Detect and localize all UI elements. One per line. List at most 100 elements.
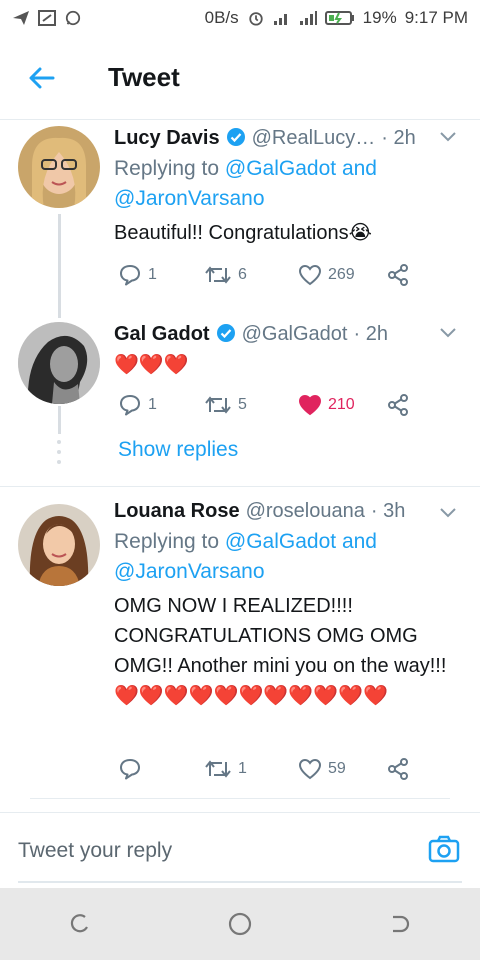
reply-button[interactable]: [118, 754, 148, 784]
top-app-bar: Tweet: [0, 36, 480, 120]
like-button[interactable]: 269: [298, 260, 355, 290]
reply-icon: [120, 759, 140, 780]
retweet-icon: [205, 266, 231, 284]
tweet-header: Lucy Davis @RealLucy… · 2h: [114, 124, 466, 150]
tweet-item[interactable]: Lucy Davis @RealLucy… · 2h Replying to @…: [0, 122, 480, 302]
reply-count: 1: [148, 396, 157, 413]
like-count: 210: [328, 396, 355, 413]
share-icon: [388, 758, 408, 780]
avatar[interactable]: [18, 322, 100, 404]
home-button[interactable]: [220, 904, 260, 944]
arrow-left-icon: [29, 67, 55, 88]
signal-icon: [273, 14, 287, 25]
like-count: 269: [328, 266, 355, 283]
thread-dots: [57, 440, 61, 470]
recents-button[interactable]: [60, 904, 100, 944]
like-button[interactable]: 59: [298, 754, 346, 784]
mention-link[interactable]: @GalGadot and: [225, 157, 377, 180]
alarm-icon: [248, 12, 263, 26]
share-icon: [388, 394, 408, 416]
verified-badge-icon: [216, 324, 235, 342]
retweet-count: 6: [238, 266, 247, 283]
show-replies-link[interactable]: Show replies: [118, 438, 238, 462]
avatar[interactable]: [18, 126, 100, 208]
back-button[interactable]: [0, 36, 84, 120]
like-count: 59: [328, 760, 346, 777]
send-icon: [13, 11, 29, 25]
reply-icon: [120, 265, 140, 286]
mention-link[interactable]: @JaronVarsano: [114, 560, 265, 583]
replying-to: Replying to @GalGadot and @JaronVarsano: [114, 527, 466, 587]
reply-icon: [120, 395, 140, 416]
mention-link[interactable]: @JaronVarsano: [114, 187, 265, 210]
tweet-content: Louana Rose @roselouana · 3h Replying to…: [114, 500, 466, 711]
retweet-count: 1: [238, 760, 247, 777]
display-name[interactable]: Lucy Davis: [114, 127, 220, 150]
divider: [0, 486, 480, 487]
replying-to-label: Replying to: [114, 530, 225, 553]
tweet-text: Beautiful!! Congratulations😭: [114, 222, 372, 244]
user-handle[interactable]: @roselouana: [246, 500, 365, 523]
retweet-button[interactable]: 1: [204, 754, 247, 784]
replying-to: Replying to @GalGadot and @JaronVarsano: [114, 154, 466, 214]
system-navigation-bar: [0, 888, 480, 960]
tweet-item[interactable]: Gal Gadot @GalGadot · 2h ❤️❤️❤️ 1 5 210: [0, 318, 480, 428]
reply-count: 1: [148, 266, 157, 283]
display-name[interactable]: Louana Rose: [114, 500, 240, 523]
tweet-actions: 1 5 210: [114, 390, 434, 420]
camera-icon[interactable]: [428, 833, 460, 865]
share-button[interactable]: [386, 390, 410, 420]
signal-icon-2: [299, 11, 317, 25]
tweet-text: OMG NOW I REALIZED!!!! CONGRATULATIONS O…: [114, 595, 447, 707]
like-button[interactable]: 210: [298, 390, 355, 420]
battery-icon: [324, 11, 354, 25]
status-right: 0B/s 19% 9:17 PM: [205, 8, 468, 28]
tweet-time: · 2h: [353, 323, 388, 345]
tweet-text: ❤️❤️❤️: [114, 354, 189, 376]
replying-to-label: Replying to: [114, 157, 225, 180]
retweet-button[interactable]: 5: [204, 390, 247, 420]
tweet-header: Gal Gadot @GalGadot · 2h: [114, 320, 466, 346]
retweet-icon: [205, 396, 231, 414]
display-name[interactable]: Gal Gadot: [114, 323, 210, 346]
tweet-actions: 1 6 269: [114, 260, 434, 290]
battery-level: 19%: [362, 8, 397, 27]
user-handle[interactable]: @RealLucy…: [252, 127, 376, 150]
mention-link[interactable]: @GalGadot and: [225, 530, 377, 553]
share-button[interactable]: [386, 754, 410, 784]
tweet-time: · 2h: [381, 127, 416, 149]
avatar-image: [18, 126, 100, 208]
clock: 9:17 PM: [404, 8, 468, 27]
avatar-image: [18, 504, 100, 586]
reply-button[interactable]: 1: [118, 260, 157, 290]
chevron-down-icon[interactable]: [438, 504, 458, 520]
retweet-icon: [205, 760, 231, 778]
heart-outline-icon: [298, 264, 322, 286]
tweet-content: Lucy Davis @RealLucy… · 2h Replying to @…: [114, 124, 466, 248]
tweet-item[interactable]: Louana Rose @roselouana · 3h Replying to…: [0, 498, 480, 794]
reply-composer: Tweet your reply: [0, 812, 480, 888]
home-circle-icon: [228, 912, 252, 936]
chevron-down-icon[interactable]: [438, 324, 458, 340]
user-handle[interactable]: @GalGadot: [242, 323, 348, 346]
chevron-down-icon[interactable]: [438, 128, 458, 144]
avatar-image: [18, 322, 100, 404]
tweet-actions: 1 59: [114, 754, 434, 784]
retweet-button[interactable]: 6: [204, 260, 247, 290]
tweet-time: · 3h: [370, 500, 406, 522]
page-title: Tweet: [108, 62, 180, 92]
reply-input[interactable]: Tweet your reply: [18, 837, 462, 883]
reply-button[interactable]: 1: [118, 390, 157, 420]
verified-badge-icon: [226, 128, 245, 146]
heart-filled-icon: [298, 394, 322, 416]
avatar[interactable]: [18, 504, 100, 586]
back-nav-button[interactable]: [380, 904, 420, 944]
status-left-icons: [12, 10, 82, 26]
retweet-count: 5: [238, 396, 247, 413]
tweet-content: Gal Gadot @GalGadot · 2h ❤️❤️❤️: [114, 320, 466, 380]
share-icon: [388, 264, 408, 286]
divider: [30, 798, 450, 799]
share-button[interactable]: [386, 260, 410, 290]
back-nav-icon: [393, 915, 410, 933]
whatsapp-icon: [65, 10, 81, 26]
